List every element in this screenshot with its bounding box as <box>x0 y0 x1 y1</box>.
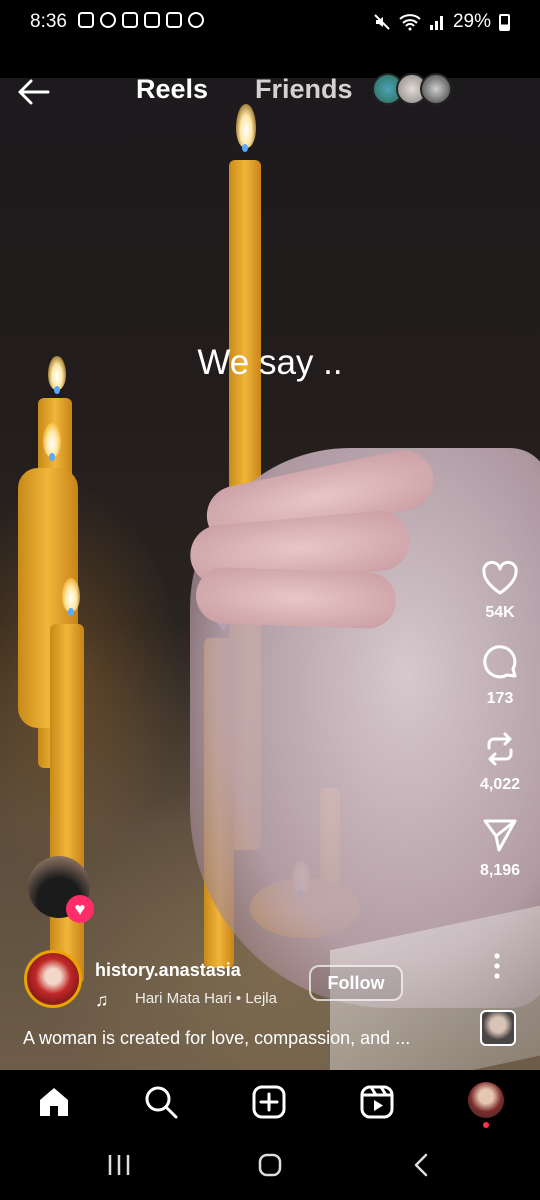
share-action[interactable]: 8,196 <box>460 816 540 880</box>
signal-icon <box>429 16 443 30</box>
wifi-icon <box>399 14 421 31</box>
profile-avatar[interactable] <box>468 1082 504 1118</box>
back-button-icon[interactable] <box>409 1150 435 1180</box>
reel-actions: 54K 173 4,022 8,196 <box>460 560 540 902</box>
home-icon[interactable] <box>36 1084 72 1120</box>
finger <box>195 566 397 630</box>
status-time: 8:36 <box>30 11 67 32</box>
instagram-notification-icon <box>78 12 94 28</box>
arrow-left-icon[interactable] <box>16 74 52 110</box>
battery-icon <box>499 13 510 31</box>
system-nav-bar <box>0 1136 540 1200</box>
paper-plane-icon[interactable] <box>481 816 519 854</box>
bottom-nav <box>0 1070 540 1136</box>
whatsapp-notification-icon <box>100 12 116 28</box>
battery-percent: 29% <box>452 11 491 32</box>
reels-icon[interactable] <box>359 1084 395 1120</box>
follow-button[interactable]: Follow <box>309 965 403 1001</box>
comment-bubble-icon[interactable] <box>481 644 519 682</box>
like-count: 54K <box>485 604 515 621</box>
like-action[interactable]: 54K <box>460 560 540 622</box>
candle <box>50 624 84 984</box>
heart-badge-icon: ♥ <box>66 895 94 923</box>
friend-avatars[interactable] <box>372 73 452 105</box>
audio-thumbnail[interactable] <box>480 1010 516 1046</box>
comment-count: 173 <box>486 690 514 707</box>
repost-count: 4,022 <box>479 776 521 793</box>
add-square-icon[interactable] <box>251 1084 287 1120</box>
facebook-notification-icon <box>144 12 160 28</box>
status-bar: 8:36 29% <box>0 0 540 78</box>
tab-reels[interactable]: Reels <box>136 74 208 105</box>
home-button-icon[interactable] <box>255 1150 285 1180</box>
candle-flame <box>43 423 61 461</box>
more-vertical-icon[interactable] <box>490 952 504 982</box>
music-note-icon: ♫ <box>95 990 109 1010</box>
comment-action[interactable]: 173 <box>460 644 540 708</box>
author-avatar[interactable] <box>24 950 82 1008</box>
post-caption[interactable]: A woman is created for love, compassion,… <box>23 1028 463 1049</box>
cloud-notification-icon <box>188 12 204 28</box>
mute-icon <box>374 14 390 30</box>
repost-action[interactable]: 4,022 <box>460 730 540 794</box>
notification-icons <box>78 12 204 28</box>
repost-icon[interactable] <box>481 730 519 768</box>
candle-flame <box>62 578 80 616</box>
search-icon[interactable] <box>143 1084 179 1120</box>
friend-avatar <box>420 73 452 105</box>
heart-icon[interactable] <box>481 560 519 596</box>
video-overlay-text: We say .. <box>197 343 343 382</box>
music-track[interactable]: Hari Mata Hari • Lejla <box>135 990 277 1007</box>
recent-apps-icon[interactable] <box>106 1150 132 1180</box>
share-count: 8,196 <box>479 862 521 879</box>
status-right: 29% <box>373 11 510 33</box>
author-username[interactable]: history.anastasia <box>95 960 241 981</box>
sim-notification-icon <box>122 12 138 28</box>
gallery-notification-icon <box>166 12 182 28</box>
notification-dot <box>483 1122 489 1128</box>
tab-friends[interactable]: Friends <box>255 74 353 105</box>
reels-top-nav: Reels Friends <box>0 72 540 112</box>
